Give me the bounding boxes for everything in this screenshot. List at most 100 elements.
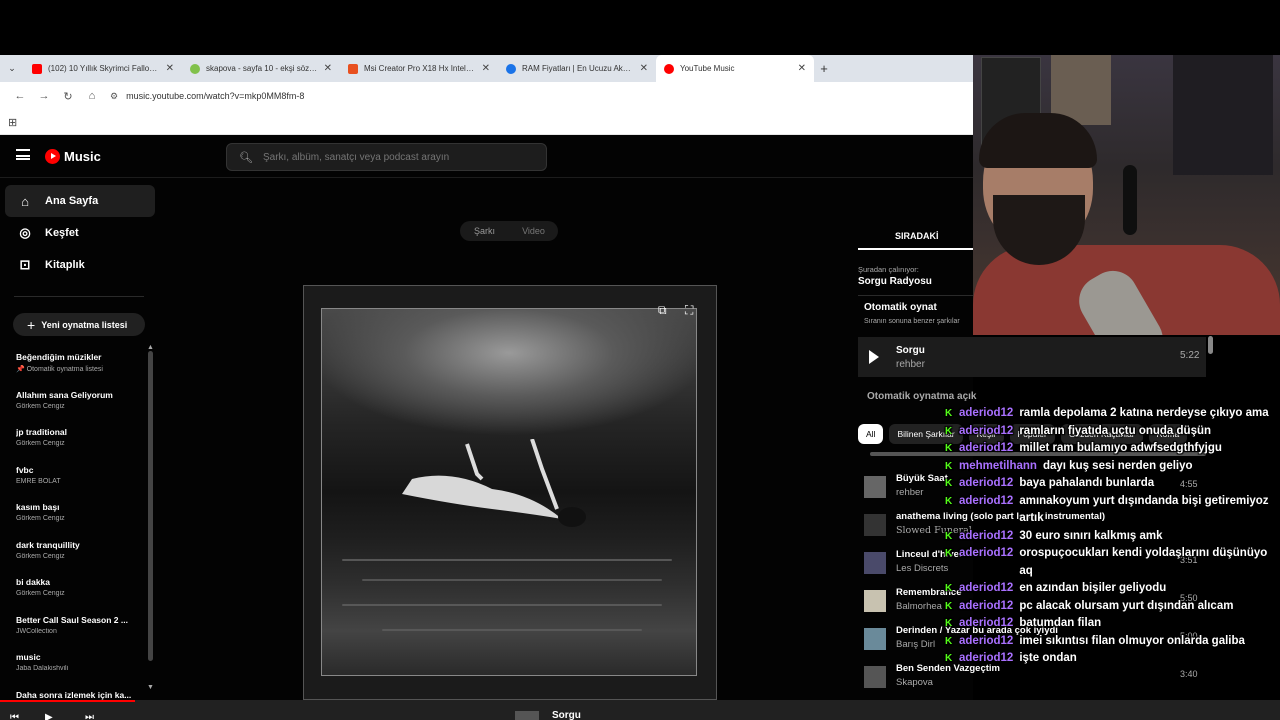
chat-username: aderiod12 xyxy=(959,407,1014,419)
tab-label: RAM Fiyatları | En Ucuzu Akakçe xyxy=(522,64,634,73)
playlist-item[interactable]: fvbc EMRE BOLAT xyxy=(16,465,141,503)
chat-text: imei sıkıntısı filan olmuyor onlarda gal… xyxy=(1019,634,1245,647)
playlist-title: Allahım sana Geliyorum xyxy=(16,389,113,400)
chat-text: baya pahalandı bunlarda xyxy=(1019,477,1155,489)
nav-explore[interactable]: ◎ Keşfet xyxy=(5,217,155,249)
queue-thumb xyxy=(864,514,886,536)
kick-badge-icon: K xyxy=(945,635,953,647)
browser-tab-active[interactable]: YouTube Music ✕ xyxy=(656,55,814,82)
queue-scrollbar[interactable] xyxy=(1208,336,1213,354)
play-icon[interactable] xyxy=(864,347,884,367)
youtube-music-app: Music 🔍︎ ⌂ Ana Sayfa ◎ Keşfet ⊡ Kitaplık… xyxy=(0,135,973,700)
new-tab-icon[interactable]: + xyxy=(814,61,834,76)
water-ripple xyxy=(342,559,672,561)
playlist-title: Beğendiğim müzikler xyxy=(16,352,102,362)
playlist-item[interactable]: jp traditional Görkem Cengiz xyxy=(16,427,141,465)
nav-label: Keşfet xyxy=(45,227,79,239)
playlist-item[interactable]: Allahım sana Geliyorum Görkem Cengiz xyxy=(16,390,141,428)
kick-badge-icon: K xyxy=(945,548,953,559)
close-tab-icon[interactable]: ✕ xyxy=(640,63,648,74)
playlist-title: Better Call Saul Season 2 ... xyxy=(16,614,128,625)
url-field[interactable]: ⚙ music.youtube.com/watch?v=mkp0MM8fm-8 xyxy=(110,91,304,102)
kick-badge-icon: K xyxy=(945,408,953,419)
nav-home[interactable]: ⌂ Ana Sayfa xyxy=(5,185,155,217)
current-track-card[interactable]: Sorgu rehber 5:22 xyxy=(858,337,1206,377)
kick-badge-icon: K xyxy=(945,460,953,472)
next-icon[interactable]: ⏭ xyxy=(85,712,94,720)
ytm-logo[interactable]: Music xyxy=(45,149,101,164)
new-playlist-button[interactable]: + Yeni oynatma listesi xyxy=(13,313,145,336)
queue-thumb xyxy=(864,590,886,612)
akakce-favicon-icon xyxy=(506,63,516,74)
queue-thumb xyxy=(864,628,886,650)
close-tab-icon[interactable]: ✕ xyxy=(798,63,806,74)
browser-tab[interactable]: (102) 10 Yıllık Skyrimci Fallout 4... ✕ xyxy=(24,55,182,82)
home-icon[interactable]: ⌂ xyxy=(80,90,104,102)
browser-tab[interactable]: RAM Fiyatları | En Ucuzu Akakçe ✕ xyxy=(498,55,656,82)
album-photo xyxy=(321,308,697,676)
nav-library[interactable]: ⊡ Kitaplık xyxy=(5,249,155,281)
logo-text: Music xyxy=(64,149,101,164)
browser-tab[interactable]: skapova - sayfa 10 - ekşi sözlük ✕ xyxy=(182,55,340,82)
tab-up-next[interactable]: SIRADAKİ xyxy=(858,179,973,250)
playlist-item[interactable]: music Jaba Dalakishvili xyxy=(16,652,141,690)
playlist-subtitle: JWCollection xyxy=(16,627,57,635)
search-input[interactable] xyxy=(262,151,523,163)
close-tab-icon[interactable]: ✕ xyxy=(166,63,174,74)
chat-message: Kaderiod12 en azından bişiler geliyodu xyxy=(940,580,1280,598)
close-tab-icon[interactable]: ✕ xyxy=(324,63,332,74)
menu-icon[interactable] xyxy=(16,149,30,160)
playlist-item[interactable]: dark tranquillity Görkem Cengiz xyxy=(16,540,141,578)
queue-artist: Barış Dirl xyxy=(896,639,936,650)
scroll-down-icon[interactable]: ▼ xyxy=(147,684,154,691)
poster-image xyxy=(1173,55,1273,175)
progress-bar[interactable] xyxy=(0,700,135,702)
playlist-item[interactable]: Better Call Saul Season 2 ... JWCollectio… xyxy=(16,615,141,653)
playlist-title: bi dakka xyxy=(16,577,51,587)
player-bar: ⏮ ▶ ⏭ Sorgu xyxy=(0,700,1280,720)
ytm-header: Music 🔍︎ xyxy=(0,135,973,178)
playlist-item[interactable]: Beğendiğim müzikler 📌 Otomatik oynatma li… xyxy=(16,352,141,390)
browser-tab[interactable]: Msi Creator Pro X18 Hx Intel Co... ✕ xyxy=(340,55,498,82)
chat-message: Kaderiod12 orospuçocukları kendi yoldaşla… xyxy=(940,545,1280,580)
playing-from-value[interactable]: Sorgu Radyosu xyxy=(858,276,932,287)
new-playlist-label: Yeni oynatma listesi xyxy=(41,319,128,330)
site-info-icon[interactable]: ⚙ xyxy=(110,91,118,102)
search-box[interactable]: 🔍︎ xyxy=(226,143,547,171)
current-track-duration: 5:22 xyxy=(1180,350,1200,361)
reload-icon[interactable]: ↻ xyxy=(56,90,80,103)
chat-username: aderiod12 xyxy=(959,547,1014,559)
previous-icon[interactable]: ⏮ xyxy=(10,712,19,720)
song-video-toggle[interactable]: Şarkı Video xyxy=(460,221,558,241)
chat-text: ramların fiyatıda uçtu onuda düşün xyxy=(1019,424,1212,437)
playing-from-label: Şuradan çalınıyor: xyxy=(858,265,919,274)
apps-grid-icon[interactable]: ⊞ xyxy=(8,116,17,129)
chip-all[interactable]: All xyxy=(858,424,884,444)
autoplay-subtitle: Sıranın sonuna benzer şarkılar xyxy=(864,318,960,325)
chat-text: batumdan filan xyxy=(1019,617,1102,629)
playlist-item[interactable]: kasım başı Görkem Cengiz xyxy=(16,502,141,540)
sidebar-scrollbar[interactable] xyxy=(148,351,153,661)
pause-icon[interactable]: ▶ xyxy=(45,712,53,720)
fullscreen-icon[interactable]: ⛶ xyxy=(685,303,693,318)
playlist-item[interactable]: bi dakka Görkem Cengiz xyxy=(16,577,141,615)
miniplayer-icon[interactable]: ⧉ xyxy=(658,303,667,318)
queue-thumb xyxy=(864,666,886,688)
forward-icon[interactable]: → xyxy=(32,90,56,102)
webcam-overlay xyxy=(973,55,1280,335)
playlist-subtitle: Görkem Cengiz xyxy=(16,590,65,597)
chat-username: aderiod12 xyxy=(959,424,1014,437)
bookmarks-bar: ⊞ xyxy=(0,110,973,135)
chat-text: dayı kuş sesi nerden geliyo xyxy=(1042,459,1193,472)
chat-text: pc alacak olursam yurt dışından alıcam xyxy=(1019,599,1234,612)
tab-search-dropdown-icon[interactable]: ⌄ xyxy=(0,55,24,82)
close-tab-icon[interactable]: ✕ xyxy=(482,63,490,74)
scroll-up-icon[interactable]: ▲ xyxy=(147,344,154,351)
tab-up-next-label: SIRADAKİ xyxy=(895,231,939,241)
chat-username: mehmetilhann xyxy=(959,459,1037,472)
water-ripple xyxy=(362,579,662,581)
chat-username: aderiod12 xyxy=(959,494,1014,507)
toggle-song[interactable]: Şarkı xyxy=(460,226,509,236)
toggle-video[interactable]: Video xyxy=(509,226,558,236)
back-icon[interactable]: ← xyxy=(8,90,32,102)
